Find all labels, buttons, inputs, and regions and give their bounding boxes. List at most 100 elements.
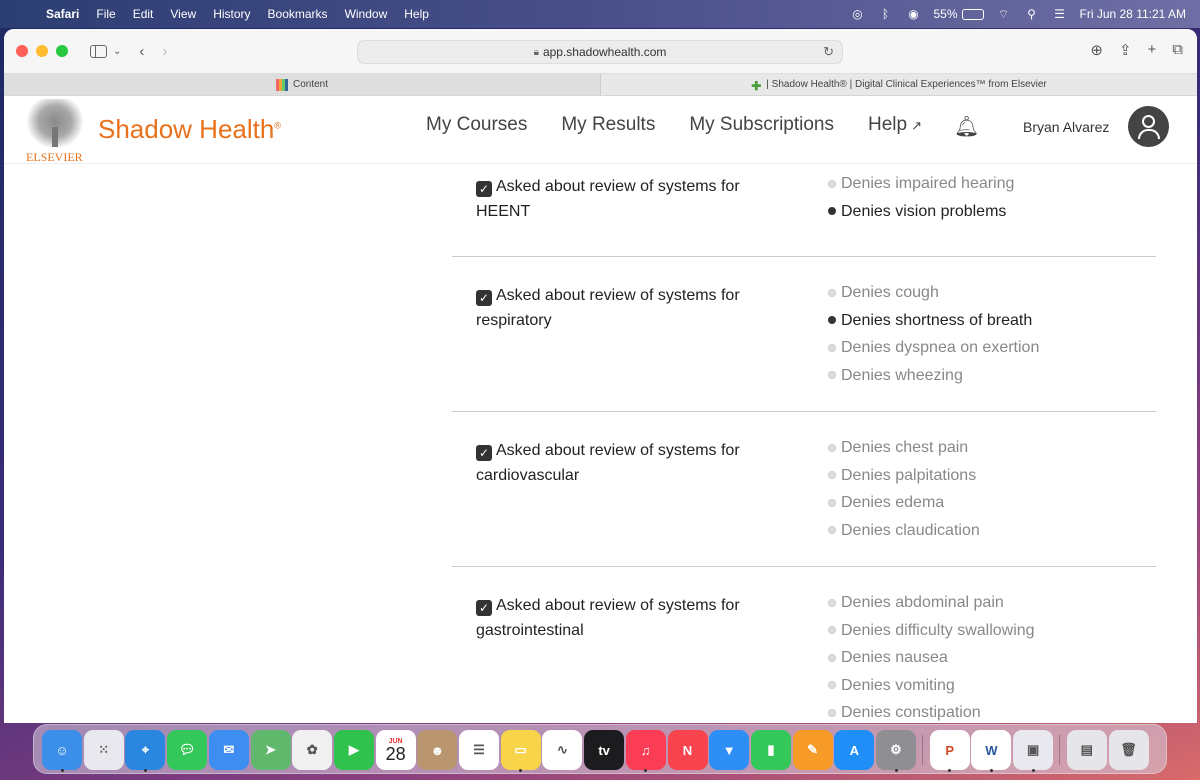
- finding-item: Denies claudication: [828, 517, 980, 545]
- notes-icon[interactable]: ▭: [500, 730, 541, 770]
- battery-status[interactable]: 55%: [933, 7, 984, 21]
- downloads-stack-icon[interactable]: ▤: [1066, 730, 1107, 770]
- numbers-icon[interactable]: ▮: [750, 730, 791, 770]
- keynote-icon[interactable]: ▼: [709, 730, 750, 770]
- menu-help[interactable]: Help: [404, 7, 429, 21]
- launchpad-icon[interactable]: ⁙: [83, 730, 124, 770]
- battery-icon: [961, 8, 984, 20]
- zoom-window-button[interactable]: [56, 45, 68, 57]
- review-question: ✓ Asked about review of systems for gastr…: [476, 593, 766, 643]
- tv-icon[interactable]: tv: [584, 730, 625, 770]
- tab-content[interactable]: Content: [4, 74, 601, 95]
- menu-edit[interactable]: Edit: [133, 7, 154, 21]
- finding-item: Denies palpitations: [828, 462, 980, 490]
- finding-dot-icon: [828, 179, 836, 188]
- finding-item: Denies dyspnea on exertion: [828, 334, 1039, 362]
- forward-button[interactable]: ›: [162, 43, 167, 60]
- nav-my-results[interactable]: My Results: [561, 114, 655, 136]
- safari-icon[interactable]: ⌖: [125, 730, 166, 770]
- tv-label: tv: [598, 742, 610, 758]
- finding-item: Denies cough: [828, 279, 1039, 307]
- review-question: ✓ Asked about review of systems for HEENT: [476, 174, 766, 224]
- wifi-icon[interactable]: ⌔: [996, 7, 1012, 22]
- app-store-icon[interactable]: A: [834, 730, 875, 770]
- menu-clock[interactable]: Fri Jun 28 11:21 AM: [1080, 7, 1187, 21]
- question-text: Asked about review of systems for HEENT: [476, 178, 740, 220]
- menu-history[interactable]: History: [213, 7, 250, 21]
- sidebar-toggle-icon[interactable]: [90, 44, 107, 58]
- review-question: ✓ Asked about review of systems for respi…: [476, 283, 766, 333]
- siri-status-icon[interactable]: ◎: [849, 7, 865, 21]
- finding-text: Denies constipation: [841, 704, 981, 721]
- publisher-logo-text: ELSEVIER: [26, 150, 83, 164]
- calendar-icon[interactable]: JUN 28: [375, 730, 416, 770]
- control-center-icon[interactable]: ☰: [1052, 7, 1068, 21]
- checkbox-checked-icon: ✓: [476, 290, 492, 306]
- running-indicator: [60, 769, 64, 772]
- address-bar[interactable]: 🔒︎ app.shadowhealth.com ↻: [357, 40, 843, 64]
- nav-help[interactable]: Help ↗: [868, 114, 922, 136]
- finding-dot-icon: [828, 526, 836, 535]
- finding-dot-icon: [828, 653, 836, 662]
- running-indicator: [894, 769, 898, 772]
- facetime-icon[interactable]: ▶: [333, 730, 374, 770]
- downloads-icon[interactable]: ⊕: [1090, 41, 1103, 59]
- tab-shadow-health[interactable]: ✚ | Shadow Health® | Digital Clinical Ex…: [601, 74, 1197, 95]
- nav-my-courses[interactable]: My Courses: [426, 114, 527, 136]
- trash-icon[interactable]: 🗑︎: [1108, 730, 1149, 770]
- finding-item-selected: Denies shortness of breath: [828, 307, 1039, 335]
- minimize-window-button[interactable]: [36, 45, 48, 57]
- photos-icon[interactable]: ✿: [292, 730, 333, 770]
- maps-icon[interactable]: ➤: [250, 730, 291, 770]
- system-settings-icon[interactable]: ⚙: [876, 730, 916, 770]
- menu-bookmarks[interactable]: Bookmarks: [268, 7, 328, 21]
- new-tab-button[interactable]: +: [1148, 41, 1157, 59]
- menu-app-safari[interactable]: Safari: [46, 7, 79, 21]
- main-nav: My Courses My Results My Subscriptions H…: [426, 114, 922, 136]
- airdrop-icon[interactable]: ◉: [905, 7, 921, 21]
- tab-bar: Content ✚ | Shadow Health® | Digital Cli…: [4, 73, 1197, 96]
- word-icon[interactable]: W: [971, 730, 1012, 770]
- external-link-icon: ↗: [911, 118, 922, 133]
- music-icon[interactable]: ♫: [625, 730, 666, 770]
- bluetooth-icon[interactable]: ᛒ: [877, 7, 893, 21]
- dock: ☺ ⁙ ⌖ 💬︎ ✉ ➤ ✿ ▶ JUN 28 ☻ ☰ ▭ ∿ tv ♫ N ▼ ▮ ✎ A ⚙ P W ▣ ▤ 🗑︎: [33, 724, 1167, 774]
- brand-registered-mark: ®: [274, 120, 281, 131]
- notifications-bell-icon[interactable]: 🔔︎: [954, 114, 979, 139]
- messages-icon[interactable]: 💬︎: [167, 730, 208, 770]
- preview-icon[interactable]: ▣: [1013, 730, 1054, 770]
- close-window-button[interactable]: [16, 45, 28, 57]
- avatar[interactable]: [1128, 106, 1169, 147]
- powerpoint-icon[interactable]: P: [929, 730, 970, 770]
- finding-dot-icon: [828, 498, 836, 507]
- findings-list: Denies impaired hearing Denies vision pr…: [828, 170, 1014, 225]
- contacts-icon[interactable]: ☻: [417, 730, 458, 770]
- freeform-icon[interactable]: ∿: [542, 730, 583, 770]
- mail-icon[interactable]: ✉: [208, 730, 249, 770]
- menu-view[interactable]: View: [170, 7, 196, 21]
- user-name[interactable]: Bryan Alvarez: [1023, 119, 1109, 135]
- spotlight-search-icon[interactable]: ⚲: [1024, 7, 1040, 21]
- menu-window[interactable]: Window: [345, 7, 388, 21]
- shadow-health-favicon-icon: ✚: [751, 78, 762, 93]
- finder-icon[interactable]: ☺: [42, 730, 82, 770]
- news-icon[interactable]: N: [667, 730, 708, 770]
- finding-dot-icon: [828, 598, 836, 607]
- pages-icon[interactable]: ✎: [792, 730, 833, 770]
- back-button[interactable]: ‹: [139, 43, 144, 60]
- finding-text: Denies wheezing: [841, 366, 963, 384]
- brand-logo[interactable]: Shadow Health®: [98, 114, 281, 145]
- menu-file[interactable]: File: [96, 7, 115, 21]
- running-indicator: [644, 769, 648, 772]
- finding-dot-icon: [828, 288, 836, 297]
- share-icon[interactable]: ⇪: [1119, 41, 1132, 59]
- browser-toolbar: ⌄ ‹ › 🔒︎ app.shadowhealth.com ↻ ⊕ ⇪ + ⧉: [4, 29, 1197, 73]
- tab-overview-icon[interactable]: ⧉: [1172, 41, 1183, 59]
- finding-text: Denies difficulty swallowing: [841, 621, 1035, 639]
- finding-item: Denies edema: [828, 489, 980, 517]
- finding-dot-icon: [828, 371, 836, 380]
- nav-my-subscriptions[interactable]: My Subscriptions: [689, 114, 834, 136]
- reminders-icon[interactable]: ☰: [459, 730, 499, 770]
- reload-icon[interactable]: ↻: [823, 44, 834, 60]
- chevron-down-icon[interactable]: ⌄: [113, 46, 121, 57]
